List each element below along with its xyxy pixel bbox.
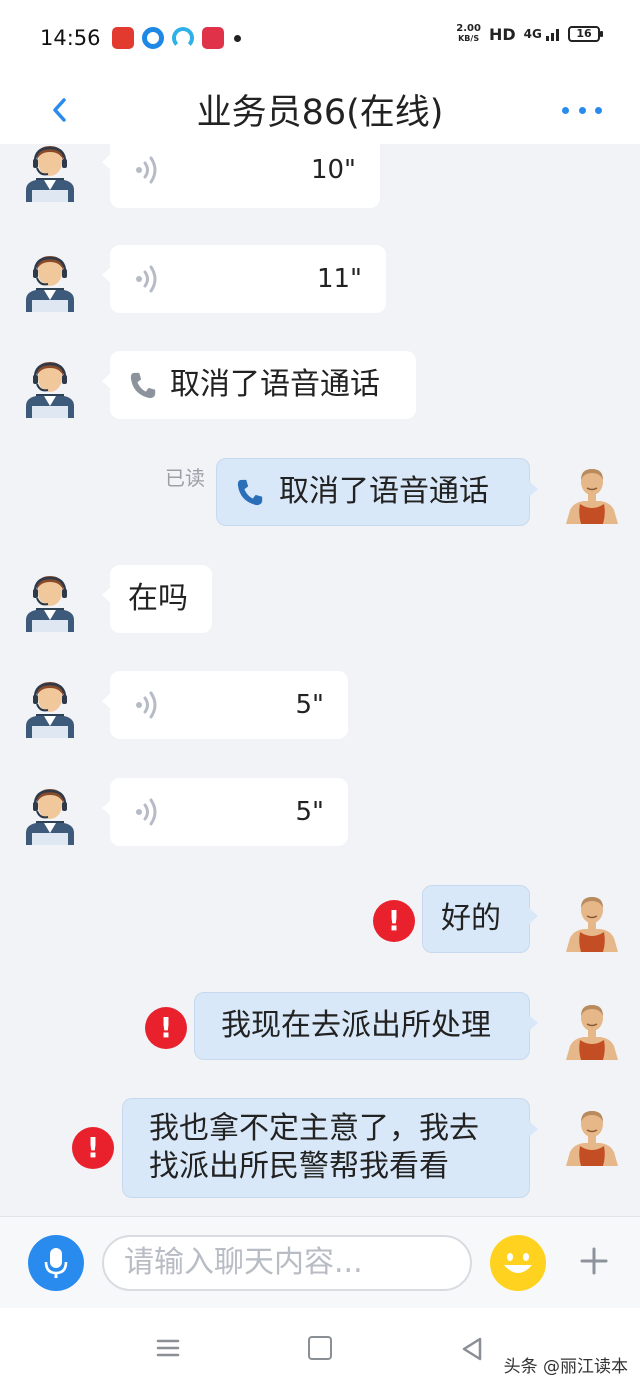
send-failed-icon[interactable]: ! [373, 900, 415, 942]
text-message[interactable]: 我也拿不定主意了，我去 找派出所民警帮我看看 [122, 1098, 538, 1198]
emoji-smile-icon[interactable] [490, 1235, 546, 1291]
text-message[interactable]: 在吗 [102, 565, 212, 633]
user-avatar[interactable] [564, 1102, 620, 1166]
more-dot [578, 106, 586, 114]
user-avatar[interactable] [564, 888, 620, 952]
phone-icon [128, 370, 158, 400]
message-input[interactable]: 请输入聊天内容... [102, 1235, 472, 1291]
net-speed: 2.00 KB/S [456, 24, 481, 44]
battery-icon: 16 [568, 26, 603, 42]
status-bar: 14:56 2.00 KB/S HD 4G 16 [0, 0, 640, 78]
voice-duration: 5" [295, 690, 324, 720]
net-speed-value: 2.00 [456, 23, 481, 34]
voice-wave-icon [134, 689, 164, 721]
read-receipt: 已读 [165, 466, 205, 490]
text-message[interactable]: 我现在去派出所处理 [194, 992, 538, 1060]
message-text: 好的 [441, 901, 501, 936]
voice-duration: 10" [310, 155, 356, 185]
agent-avatar[interactable] [22, 568, 78, 632]
send-failed-icon[interactable]: ! [145, 1007, 187, 1049]
net-speed-unit: KB/S [458, 34, 480, 43]
watermark: 头条 @丽江读本 [503, 1357, 628, 1377]
voice-message[interactable]: 11" [102, 245, 386, 313]
message-line: 找派出所民警帮我看看 [149, 1149, 449, 1184]
user-avatar[interactable] [564, 460, 620, 524]
more-dot [595, 106, 602, 114]
voice-duration: 5" [295, 797, 324, 827]
message-line: 我也拿不定主意了，我去 [149, 1111, 479, 1146]
microphone-icon [44, 1248, 68, 1278]
back-nav-button[interactable] [460, 1336, 484, 1362]
agent-avatar[interactable] [22, 248, 78, 312]
signal-bars-icon [546, 29, 559, 42]
app-notification-icon [202, 27, 224, 49]
more-notifications-dot [234, 34, 241, 42]
app-notification-icon [142, 27, 164, 49]
chat-header: 业务员86(在线) [0, 78, 640, 144]
voice-input-button[interactable] [28, 1235, 84, 1291]
app-notification-icon [172, 27, 194, 49]
agent-avatar[interactable] [22, 674, 78, 738]
agent-avatar[interactable] [22, 144, 78, 202]
call-message[interactable]: 取消了语音通话 [102, 351, 416, 419]
more-dots-icon [562, 106, 569, 114]
system-nav-bar: 头条 @丽江读本 [0, 1308, 640, 1387]
voice-wave-icon [134, 796, 164, 828]
status-time: 14:56 [40, 26, 101, 50]
phone-icon [235, 477, 265, 507]
agent-avatar[interactable] [22, 781, 78, 845]
signal-icon: 4G [524, 27, 560, 42]
user-avatar[interactable] [564, 996, 620, 1060]
voice-message[interactable]: 5" [102, 778, 348, 846]
call-message[interactable]: 取消了语音通话 [216, 458, 538, 526]
agent-avatar[interactable] [22, 354, 78, 418]
send-failed-icon[interactable]: ! [72, 1127, 114, 1169]
message-text: 我也拿不定主意了，我去 找派出所民警帮我看看 [123, 1110, 497, 1186]
voice-message[interactable]: 10" [102, 144, 380, 208]
message-text: 我现在去派出所处理 [221, 1008, 491, 1043]
status-app-icons [112, 27, 241, 49]
input-bar: 请输入聊天内容... [0, 1216, 640, 1308]
recent-apps-button[interactable] [156, 1338, 180, 1358]
voice-wave-icon [134, 154, 164, 186]
hd-indicator: HD [488, 24, 516, 44]
home-button[interactable] [308, 1336, 332, 1360]
signal-label: 4G [523, 26, 542, 41]
voice-message[interactable]: 5" [102, 671, 348, 739]
app-notification-icon [112, 27, 134, 49]
text-message[interactable]: 好的 [422, 885, 538, 953]
voice-wave-icon [134, 263, 164, 295]
page-title: 业务员86(在线) [196, 93, 444, 133]
call-text: 取消了语音通话 [279, 474, 489, 509]
message-text: 在吗 [128, 581, 188, 616]
call-text: 取消了语音通话 [170, 367, 380, 402]
more-actions-button[interactable] [572, 1239, 616, 1283]
voice-duration: 11" [316, 264, 362, 294]
more-button[interactable] [562, 98, 602, 122]
plus-icon [580, 1247, 608, 1275]
chat-messages[interactable]: 10" 11" 取消了语音通话 已读 取消了语音通话 在吗 5" 5" ! 好的… [0, 144, 640, 1216]
